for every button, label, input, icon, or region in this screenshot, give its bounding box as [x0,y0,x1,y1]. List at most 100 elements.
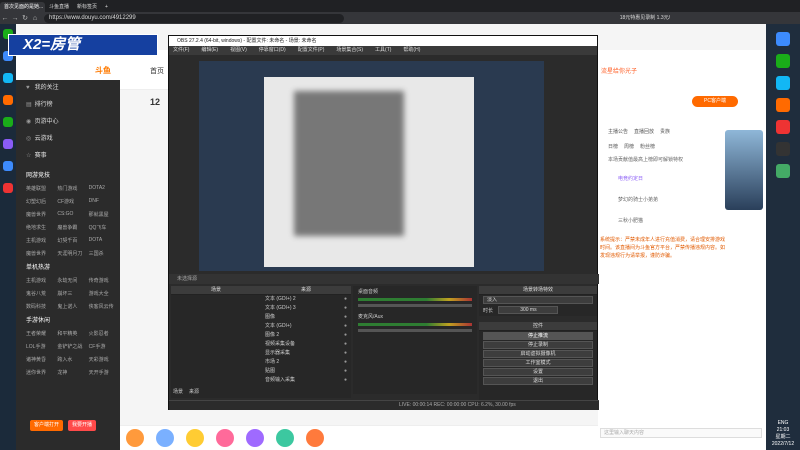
tab-nobility[interactable]: 贵族 [660,128,670,135]
category-link[interactable]: 幻塑幻后 [26,198,57,205]
category-link[interactable]: DNF [89,198,120,205]
tab-scenes[interactable]: 场景 [173,388,183,395]
app-icon[interactable] [3,95,13,105]
category-link[interactable]: DOTA2 [89,185,120,192]
gift-icon[interactable] [276,429,294,447]
forward-icon[interactable]: → [10,15,20,22]
exit-button[interactable]: 退出 [483,377,593,385]
category-link[interactable]: 主机游戏 [26,277,57,284]
app-icon[interactable] [776,120,790,134]
gift-icon[interactable] [186,429,204,447]
tab-announcement[interactable]: 主播公告 [608,128,628,135]
tab-fan-rank[interactable]: 粉丝榜 [640,143,655,150]
category-link[interactable]: 王者荣耀 [26,330,57,337]
tab-replay[interactable]: 直播回放 [634,128,654,135]
user-nickname[interactable]: 流星给你光子 [601,66,637,75]
tab-sources[interactable]: 来源 [189,388,199,395]
category-link[interactable]: 主机游戏 [26,237,57,244]
stop-recording-button[interactable]: 停止录制 [483,341,593,349]
visibility-icon[interactable]: ● [344,304,347,313]
category-link[interactable]: QQ飞车 [89,224,120,231]
category-link[interactable]: 幻契千百 [57,237,88,244]
volume-slider[interactable] [358,329,472,332]
source-item[interactable]: 文本 (GDI+) 3 ● [261,304,351,313]
nav-game-center[interactable]: ◉ 页游中心 [16,114,120,131]
menu-docks[interactable]: 停靠窗口(D) [259,46,286,55]
system-clock[interactable]: ENG 21:03 星期二 2022/7/12 [766,420,800,448]
menu-file[interactable]: 文件(F) [173,46,189,55]
rank-user[interactable]: 三秋小肥猫 [618,217,766,224]
category-link[interactable]: 那就黑屋 [89,211,120,218]
visibility-icon[interactable]: ● [344,349,347,358]
obs-preview[interactable] [199,61,544,271]
home-icon[interactable]: ⌂ [30,15,40,22]
virtual-camera-button[interactable]: 启动虚拟摄像机 [483,350,593,358]
category-link[interactable]: 热门游戏 [57,185,88,192]
gift-icon[interactable] [246,429,264,447]
category-link[interactable]: 绝地求生 [26,224,57,231]
category-link[interactable]: 英雄联盟 [26,185,57,192]
category-link[interactable]: 游戏大全 [89,290,120,297]
settings-button[interactable]: 设置 [483,368,593,376]
tab-weekly-rank[interactable]: 周榜 [624,143,634,150]
app-icon[interactable] [3,183,13,193]
category-link[interactable]: 魔兽世界 [26,211,57,218]
menu-profile[interactable]: 配置文件(P) [298,46,325,55]
visibility-icon[interactable]: ● [344,340,347,349]
visibility-icon[interactable]: ● [344,322,347,331]
studio-mode-button[interactable]: 工作室模式 [483,359,593,367]
language-indicator[interactable]: ENG [766,420,800,427]
gift-icon[interactable] [156,429,174,447]
browser-tab[interactable]: 首次见面的是她... [0,2,45,12]
source-item[interactable]: 显示器采集 ● [261,349,351,358]
browser-tab[interactable]: 斗鱼直播 [45,2,73,12]
category-link[interactable]: 跨入水 [57,356,88,363]
source-item[interactable]: 文本 (GDI+) 2 ● [261,295,351,304]
qq-icon[interactable] [3,73,13,83]
app-icon[interactable] [776,98,790,112]
volume-slider[interactable] [358,304,472,307]
open-client-button[interactable]: 客户端打开 [30,420,64,431]
category-link[interactable]: 鬼上诺人 [57,303,88,310]
menu-tools[interactable]: 工具(T) [375,46,391,55]
category-link[interactable]: LOL手游 [26,343,57,350]
douyu-logo[interactable]: 斗鱼 [95,65,111,76]
category-link[interactable]: 魔兽争霸 [57,224,88,231]
duration-input[interactable]: 300 ms [498,306,559,314]
reload-icon[interactable]: ↻ [20,14,30,22]
source-item[interactable]: 视频采集设备 ● [261,340,351,349]
category-link[interactable]: 金铲铲之战 [57,343,88,350]
source-item[interactable]: 图像 2 ● [261,331,351,340]
url-input[interactable]: https://www.douyu.com/4912299 [44,13,344,23]
wechat-icon[interactable] [776,54,790,68]
category-link[interactable]: 崩坏三 [57,290,88,297]
category-link[interactable]: 诸神黄昏 [26,356,57,363]
category-link[interactable]: 永劫无间 [57,277,88,284]
start-stream-button[interactable]: 我要开播 [68,420,97,431]
pc-client-button[interactable]: PC客户端 [692,96,738,107]
nav-home-link[interactable]: 首页 [150,66,164,76]
category-link[interactable]: 三国杀 [89,250,120,257]
menu-help[interactable]: 帮助(H) [403,46,420,55]
ad-banner-image[interactable] [725,130,763,210]
app-icon[interactable] [776,164,790,178]
category-link[interactable]: 鬼谷八荒 [26,290,57,297]
menu-view[interactable]: 视图(V) [230,46,247,55]
app-icon[interactable] [3,161,13,171]
category-link[interactable]: 和平精英 [57,330,88,337]
transition-select[interactable]: 淡入 [483,296,593,304]
source-item[interactable]: 贴图 ● [261,367,351,376]
category-link[interactable]: CF手游 [89,343,120,350]
gift-icon[interactable] [306,429,324,447]
category-link[interactable]: 天彩游戏 [89,356,120,363]
app-icon[interactable] [776,32,790,46]
category-link[interactable]: 天开手游 [89,369,120,376]
category-link[interactable]: 天涯明月刀 [57,250,88,257]
browser-tab[interactable]: 新标签页 [73,2,101,12]
tab-daily-rank[interactable]: 日榜 [608,143,618,150]
visibility-icon[interactable]: ● [344,331,347,340]
back-icon[interactable]: ← [0,15,10,22]
visibility-icon[interactable]: ● [344,376,347,385]
gift-icon[interactable] [126,429,144,447]
nav-cloud-game[interactable]: ◎ 云游戏 [16,131,120,148]
